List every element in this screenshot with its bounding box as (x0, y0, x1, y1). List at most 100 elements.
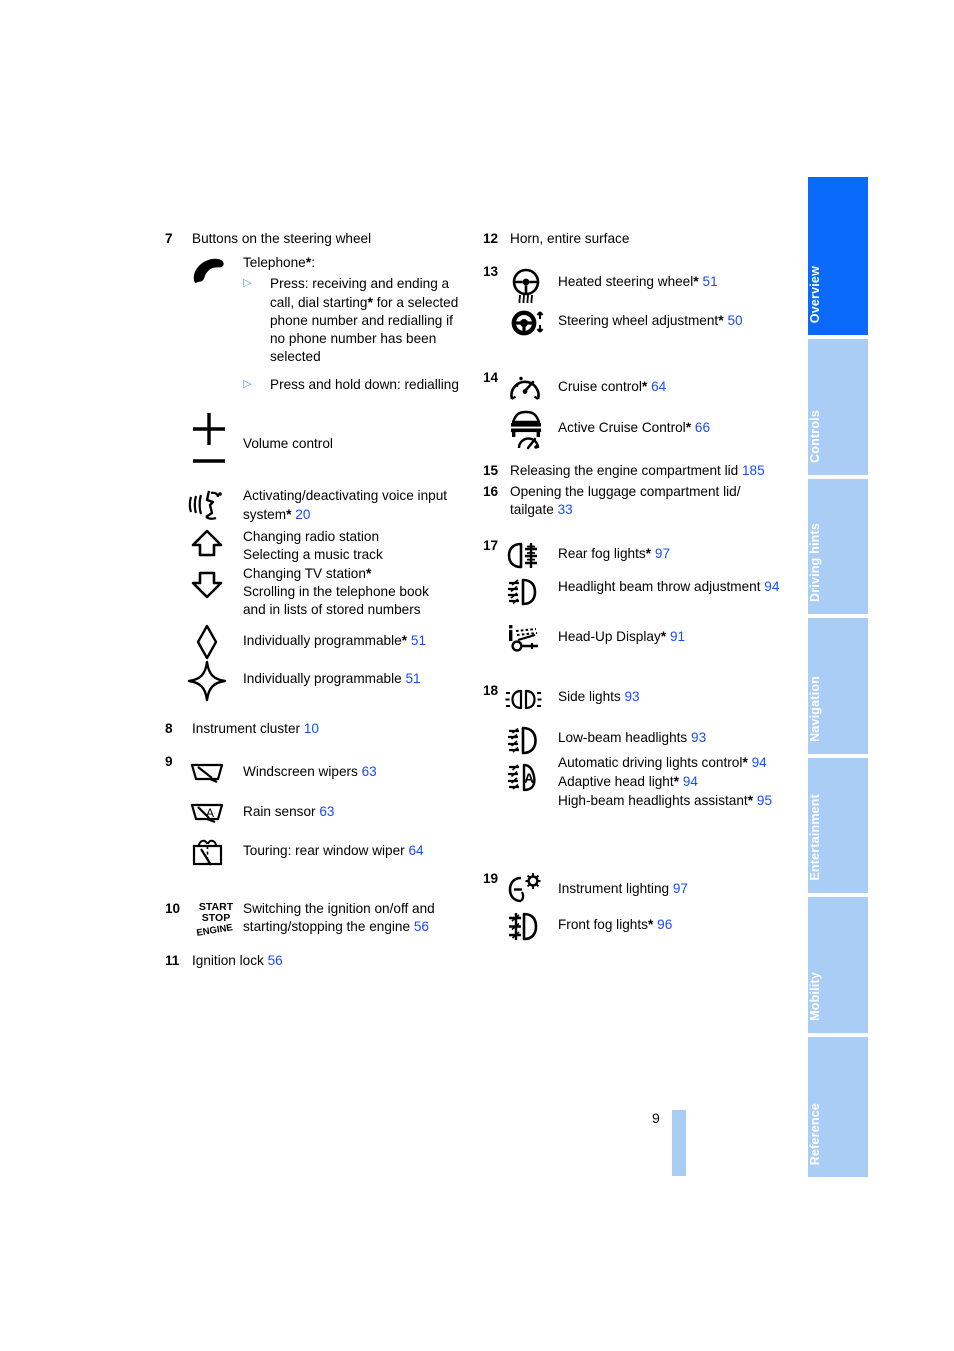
option-star: * (693, 273, 699, 289)
page-ref[interactable]: 20 (295, 507, 310, 522)
page-ref[interactable]: 50 (727, 313, 742, 328)
heated-steering-wheel-icon (505, 267, 553, 305)
page-ref[interactable]: 93 (691, 730, 706, 745)
entry-number: 12 (483, 231, 499, 246)
voice-input-icon (187, 487, 235, 527)
press-item-2-text: Press and hold down: redialling (270, 376, 459, 392)
triangle-bullet-icon: ▷ (243, 377, 252, 390)
start-stop-engine-label: Switching the ignition on/off and starti… (243, 901, 435, 934)
sidebar-tab-navigation[interactable]: Navigation (808, 618, 868, 754)
programmable-star-label: Individually programmable 51 (243, 671, 421, 686)
page-ref[interactable]: 63 (319, 804, 334, 819)
rain-sensor-icon: A (187, 797, 235, 829)
low-beam-headlights-icon (505, 725, 553, 759)
page-ref[interactable]: 56 (268, 953, 283, 968)
automatic-driving-lights-label: Automatic driving lights control* 94 Ada… (558, 754, 773, 808)
low-beam-headlights-label: Low-beam headlights 93 (558, 730, 707, 745)
entry-title: Horn, entire surface (510, 231, 630, 246)
active-cruise-control-label: Active Cruise Control* 66 (558, 419, 711, 435)
press-item-2: ▷ Press and hold down: redialling (243, 376, 465, 394)
press-item-1: ▷ Press: receiving and ending a call, di… (243, 275, 465, 366)
front-fog-lights-label: Front fog lights* 96 (558, 916, 673, 932)
option-star: * (660, 628, 667, 644)
option-star: * (645, 545, 652, 561)
rear-fog-lights-label: Rear fog lights* 97 (558, 545, 671, 561)
page-ref[interactable]: 91 (670, 629, 685, 644)
option-star: * (641, 378, 648, 394)
sidebar-tab-overview[interactable]: Overview (808, 177, 868, 335)
telephone-press-list: ▷ Press: receiving and ending a call, di… (243, 275, 465, 397)
page-ref[interactable]: 10 (304, 721, 319, 736)
arrow-up-icon (187, 528, 235, 562)
headlight-beam-throw-icon (505, 576, 553, 612)
page-ref[interactable]: 63 (362, 764, 377, 779)
page-ref[interactable]: 64 (408, 843, 423, 858)
page-ref[interactable]: 97 (673, 881, 688, 896)
page-ref[interactable]: 93 (625, 689, 640, 704)
cruise-control-icon (505, 372, 553, 408)
side-lights-label: Side lights 93 (558, 689, 640, 704)
triangle-bullet-icon: ▷ (243, 277, 252, 289)
front-fog-lights-icon (505, 910, 553, 944)
page-ref[interactable]: 56 (414, 919, 429, 934)
page-ref[interactable]: 66 (695, 420, 710, 435)
sidebar-tab-label: Overview (808, 265, 822, 323)
option-star: * (747, 791, 754, 808)
start-stop-engine-icon: START STOP ENGINE (190, 895, 242, 941)
page-ref[interactable]: 94 (764, 579, 779, 594)
page-ref[interactable]: 94 (683, 774, 698, 789)
entry-number: 18 (483, 683, 499, 698)
entry-number: 9 (165, 754, 173, 769)
heated-steering-wheel-label: Heated steering wheel* 51 (558, 273, 718, 289)
page-ref[interactable]: 95 (757, 793, 772, 808)
cruise-control-label: Cruise control* 64 (558, 378, 667, 394)
radio-functions-label: Changing radio station Selecting a music… (243, 529, 429, 617)
option-star: * (742, 754, 748, 770)
voice-input-label: Activating/deactivating voice input syst… (243, 488, 448, 522)
volume-label: Volume control (243, 436, 333, 451)
page-ref[interactable]: 51 (411, 633, 426, 648)
active-cruise-control-icon (505, 408, 553, 450)
sidebar-tab-reference[interactable]: Reference (808, 1037, 868, 1177)
option-star: * (401, 632, 408, 648)
page-ref[interactable]: 51 (405, 671, 420, 686)
page-ref[interactable]: 97 (655, 546, 670, 561)
entry-number: 14 (483, 370, 499, 385)
sidebar-tab-label: Navigation (808, 676, 822, 742)
entry-title: Buttons on the steering wheel (192, 231, 372, 246)
side-lights-icon (505, 686, 553, 714)
steering-wheel-adjustment-icon (505, 306, 553, 342)
entry-number: 8 (165, 721, 173, 736)
four-point-star-icon (187, 660, 235, 704)
entry-number: 19 (483, 871, 499, 886)
page-ref[interactable]: 185 (742, 463, 765, 478)
entry-title: Ignition lock 56 (192, 953, 283, 968)
sidebar-tab-mobility[interactable]: Mobility (808, 897, 868, 1033)
page-ref[interactable]: 64 (651, 379, 666, 394)
touring-rear-wiper-label: Touring: rear window wiper 64 (243, 843, 424, 858)
option-star: * (365, 564, 372, 581)
sidebar-tab-entertainment[interactable]: Entertainment (808, 758, 868, 893)
plus-minus-icon (187, 405, 235, 473)
entry-title: Instrument cluster 10 (192, 721, 319, 736)
sidebar-tab-driving-hints[interactable]: Driving hints (808, 479, 868, 614)
windscreen-wiper-icon (187, 757, 235, 789)
page-ref[interactable]: 51 (703, 274, 718, 289)
sidebar-tab-controls[interactable]: Controls (808, 339, 868, 475)
page-number-bar (672, 1110, 686, 1176)
windscreen-wipers-label: Windscreen wipers 63 (243, 764, 377, 779)
entry-title: Releasing the engine compartment lid 185 (510, 463, 765, 478)
page-ref[interactable]: 33 (558, 502, 573, 517)
press-item-1-text: Press: receiving and ending a call, dial… (270, 276, 459, 364)
entry-number: 10 (165, 901, 181, 916)
head-up-display-label: Head-Up Display* 91 (558, 628, 686, 644)
page-ref[interactable]: 94 (752, 755, 767, 770)
instrument-lighting-icon (505, 870, 553, 908)
option-star: * (647, 916, 654, 932)
page-number: 9 (652, 1110, 660, 1126)
svg-text:A: A (524, 770, 534, 786)
entry-number: 17 (483, 538, 499, 553)
page-ref[interactable]: 96 (657, 917, 672, 932)
telephone-label: Telephone*: (243, 253, 443, 272)
steering-wheel-adjustment-label: Steering wheel adjustment* 50 (558, 312, 743, 328)
